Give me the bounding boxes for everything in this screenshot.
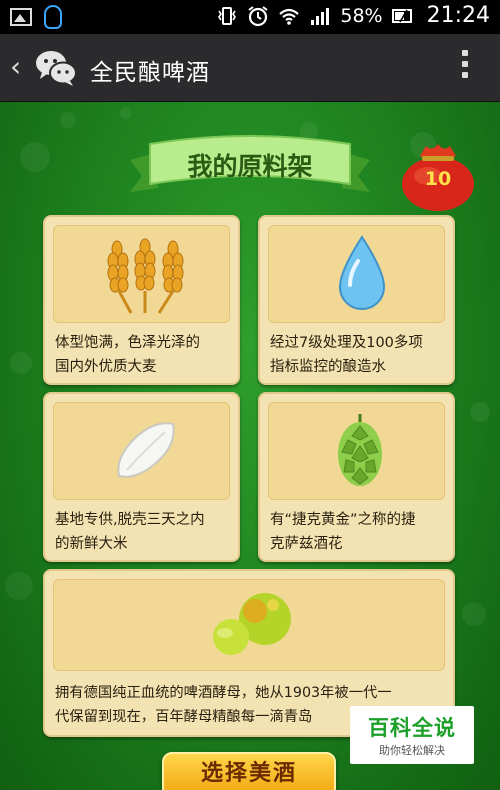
wechat-icon — [36, 51, 77, 86]
rice-icon — [117, 422, 175, 478]
vibrate-icon — [218, 6, 237, 25]
ingredient-card-hops[interactable]: 有“捷克黄金”之称的捷 克萨兹酒花 — [258, 392, 455, 562]
qq-icon — [44, 5, 62, 29]
page-title: 全民酿啤酒 — [90, 60, 210, 86]
watermark-logo: 百科全说 助你轻松解决 — [350, 706, 474, 764]
battery-percent: 58% — [340, 4, 383, 27]
ingredient-desc: 有“捷克黄金”之称的捷 克萨兹酒花 — [270, 512, 416, 552]
back-icon[interactable]: ‹ — [10, 52, 21, 82]
clock: 21:24 — [426, 3, 490, 28]
ingredient-desc: 体型饱满，色泽光泽的 国内外优质大麦 — [55, 335, 200, 375]
water-drop-icon — [338, 235, 386, 310]
wheat-icon — [107, 238, 184, 314]
overflow-menu-icon[interactable] — [460, 50, 470, 86]
select-beer-button[interactable]: 选择美酒 — [162, 752, 336, 790]
ingredient-card-water[interactable]: 经过7级处理及100多项 指标监控的酿造水 — [258, 215, 455, 385]
status-bar: 58% 21:24 — [0, 0, 500, 34]
ingredient-card-rice[interactable]: 基地专供,脱壳三天之内 的新鲜大米 — [43, 392, 240, 562]
shelf-title: 我的原料架 — [187, 152, 313, 181]
yeast-icon — [213, 593, 291, 655]
ingredient-card-barley[interactable]: 体型饱满，色泽光泽的 国内外优质大麦 — [43, 215, 240, 385]
hops-icon — [338, 414, 382, 486]
bag-count: 10 — [424, 168, 452, 190]
wifi-icon — [279, 8, 300, 25]
ingredient-desc: 经过7级处理及100多项 指标监控的酿造水 — [270, 335, 423, 375]
alarm-icon — [248, 5, 268, 26]
signal-icon — [311, 7, 330, 25]
action-bar: ‹ 全民酿啤酒 — [0, 34, 500, 102]
ingredient-desc: 基地专供,脱壳三天之内 的新鲜大米 — [55, 512, 205, 552]
image-icon — [10, 8, 32, 26]
battery-icon — [391, 8, 412, 23]
